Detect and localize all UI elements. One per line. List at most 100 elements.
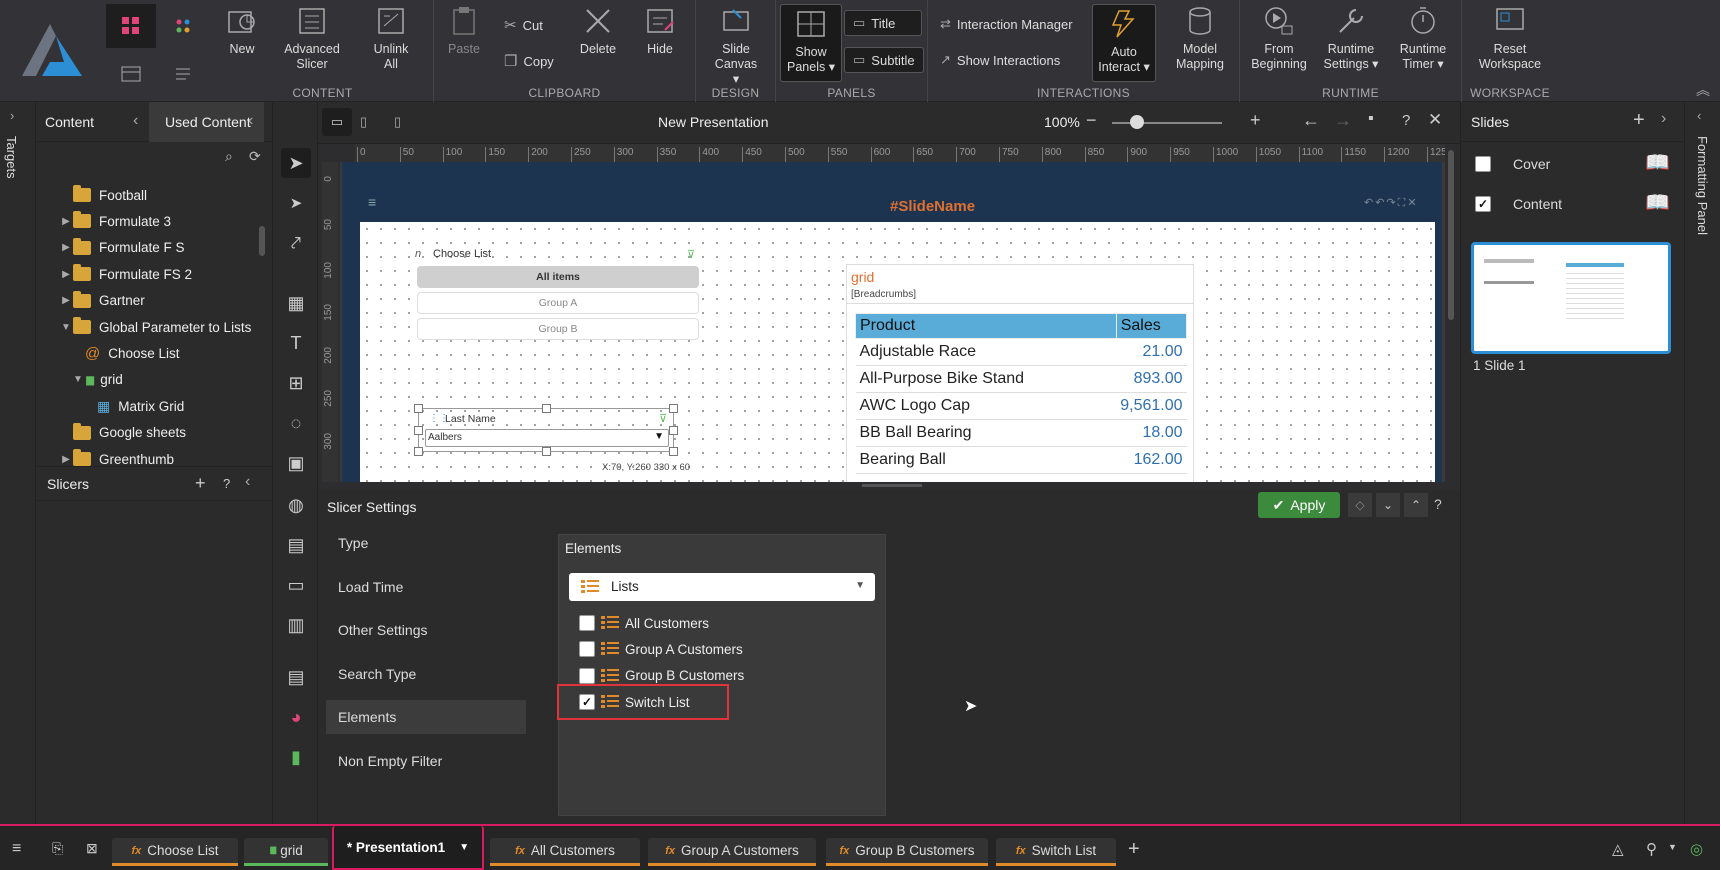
tree-scrollbar[interactable] (259, 226, 265, 256)
choose-list-slicer[interactable]: n Choose List ⊽ All items Group A Group … (415, 248, 705, 348)
element-list-item[interactable]: Group A Customers (579, 637, 743, 661)
table-row[interactable]: All-Purpose Bike Stand 893.00 (855, 365, 1187, 393)
grid-tool-icon[interactable]: ▤ (281, 530, 311, 560)
connection-icon[interactable]: ◎ (1690, 840, 1703, 858)
slide-canvas-button[interactable]: Slide Canvas ▾ (704, 4, 768, 87)
forward-icon[interactable]: → (1334, 110, 1352, 131)
taskbar-tab[interactable]: ▮▮ grid (244, 838, 328, 866)
bar-chart-tool-icon[interactable]: ▮ (281, 742, 311, 772)
desktop-view-icon[interactable]: ▭ (322, 108, 352, 136)
add-slide-icon[interactable]: + (1633, 109, 1645, 132)
collapse-caret-icon[interactable]: ▼ (71, 374, 85, 385)
pin-icon[interactable]: ⚲ (1646, 840, 1657, 858)
phone-view-icon[interactable]: ▯ (394, 108, 401, 136)
text-tool-icon[interactable]: T (281, 328, 311, 358)
table-row[interactable]: Bearing Ball 162.00 (855, 446, 1187, 474)
table-row[interactable]: Adjustable Race 21.00 (855, 338, 1187, 366)
tree-item[interactable]: Football (37, 182, 147, 208)
taskbar-tab[interactable]: fx Choose List (112, 838, 238, 866)
new-button[interactable]: New (218, 4, 266, 57)
table-tool-icon[interactable]: ⊞ (281, 368, 311, 398)
resize-handle[interactable] (414, 404, 423, 413)
container-tool-icon[interactable]: ▭ (281, 570, 311, 600)
element-list-item[interactable]: All Customers (579, 611, 709, 635)
refresh-icon[interactable]: ⟳ (249, 148, 261, 165)
explore-icon[interactable]: ⊠ (86, 840, 98, 857)
title-button[interactable]: ▭ Title (844, 10, 922, 36)
copy-button[interactable]: ❐ Copy (504, 52, 554, 70)
zoom-slider-handle[interactable] (1130, 115, 1144, 129)
main-menu-icon[interactable]: ≡ (12, 840, 21, 858)
list-item[interactable]: All items (417, 266, 699, 288)
last-name-dropdown[interactable]: Aalbers ▼ (425, 429, 669, 447)
filter-icon[interactable]: ⊽ (687, 248, 695, 261)
expand-caret-icon[interactable]: ▶ (59, 295, 73, 306)
resize-handle[interactable] (542, 447, 551, 456)
last-name-filter-icon[interactable]: ⊽ (659, 412, 667, 425)
element-checkbox[interactable] (579, 615, 595, 631)
tablet-view-icon[interactable]: ▯ (360, 108, 367, 136)
settings-help-icon[interactable]: ? (1434, 496, 1442, 512)
settings-nav-item[interactable]: Non Empty Filter (326, 744, 526, 778)
collapse-ribbon-icon[interactable]: ︽ (1696, 80, 1710, 100)
last-name-slicer[interactable]: ⋮⋮ Last Name ⊽ Aalbers ▼ (414, 404, 678, 456)
interaction-manager-button[interactable]: ⇄ Interaction Manager (940, 16, 1073, 32)
settings-nav-item[interactable]: Other Settings (326, 613, 526, 647)
shape-tool-icon[interactable]: ◌ (281, 408, 311, 438)
unlink-all-button[interactable]: Unlink All (358, 4, 424, 72)
move-down-icon[interactable]: ⌄ (1376, 493, 1400, 517)
lists-dropdown[interactable]: Lists ▼ (569, 573, 875, 601)
splitter-handle[interactable] (862, 484, 922, 487)
apply-button[interactable]: ✔ Apply (1258, 492, 1340, 518)
resize-handle[interactable] (669, 447, 678, 456)
content-checkbox[interactable]: ✓ (1475, 196, 1491, 212)
slide-menu-icon[interactable]: ≡ (368, 194, 376, 210)
column-header-sales[interactable]: Sales (1115, 313, 1188, 339)
settings-nav-item[interactable]: Load Time (326, 570, 526, 604)
cut-button[interactable]: ✂ Cut (504, 16, 543, 34)
paste-button[interactable]: Paste (440, 4, 488, 57)
expand-caret-icon[interactable]: ▶ (59, 216, 73, 227)
new-tab-button[interactable]: + (1128, 838, 1140, 861)
slide-section[interactable]: Cover 📖 (1469, 146, 1677, 180)
direct-select-tool-icon[interactable]: ➤ (281, 188, 311, 218)
from-beginning-button[interactable]: From Beginning (1244, 4, 1314, 72)
chart-tool-icon[interactable]: ▦ (281, 288, 311, 318)
tree-item[interactable]: ▶ Gartner (37, 288, 145, 314)
layout-tile-button[interactable] (106, 52, 156, 96)
auto-interact-button[interactable]: Auto Interact ▾ (1092, 4, 1156, 82)
taskbar-tab[interactable]: fx Switch List (996, 838, 1116, 866)
save-icon[interactable]: ▪ (1368, 110, 1374, 128)
delete-button[interactable]: Delete (572, 4, 624, 57)
tree-item[interactable]: ▼ Global Parameter to Lists (37, 314, 251, 340)
show-interactions-button[interactable]: ↗ Show Interactions (940, 52, 1060, 68)
expand-caret-icon[interactable]: ▶ (59, 269, 73, 280)
list-item[interactable]: Group A (417, 292, 699, 314)
slides-expand-icon[interactable]: › (1661, 110, 1666, 128)
apps-tile-button[interactable] (106, 4, 156, 48)
close-canvas-icon[interactable]: ✕ (1428, 110, 1442, 130)
slide-section[interactable]: ✓ Content 📖 (1469, 186, 1677, 220)
slide-controls-icon[interactable]: ↶↶↷⛶✕ (1364, 196, 1419, 210)
table-row[interactable]: BB Ball Bearing 18.00 (855, 419, 1187, 447)
matrix-tool-icon[interactable]: ▥ (281, 610, 311, 640)
tree-item[interactable]: @ Choose List (37, 340, 180, 366)
tab-dropdown-icon[interactable]: ▼ (459, 842, 469, 853)
palette-tile-button[interactable] (158, 4, 208, 48)
targets-label[interactable]: Targets (4, 136, 19, 179)
hide-button[interactable]: Hide (634, 4, 686, 57)
targets-expand-icon[interactable]: › (10, 108, 14, 123)
slicers-help-icon[interactable]: ? (223, 476, 230, 491)
list-item[interactable]: Group B (417, 318, 699, 340)
table-row[interactable]: AWC Logo Cap 9,561.00 (855, 392, 1187, 420)
show-panels-button[interactable]: Show Panels ▾ (780, 4, 842, 82)
formatting-expand-icon[interactable]: ‹ (1697, 108, 1701, 123)
pie-tool-icon[interactable]: ◕ (281, 702, 311, 732)
help-icon[interactable]: ? (1402, 112, 1410, 129)
resize-handle[interactable] (669, 426, 678, 435)
image-tool-icon[interactable]: ▣ (281, 448, 311, 478)
canvas-vscrollbar[interactable] (1448, 150, 1454, 320)
settings-nav-item[interactable]: Search Type (326, 657, 526, 691)
subtitle-button[interactable]: ▭ Subtitle (844, 47, 924, 73)
content-tab[interactable]: Content (45, 114, 94, 130)
